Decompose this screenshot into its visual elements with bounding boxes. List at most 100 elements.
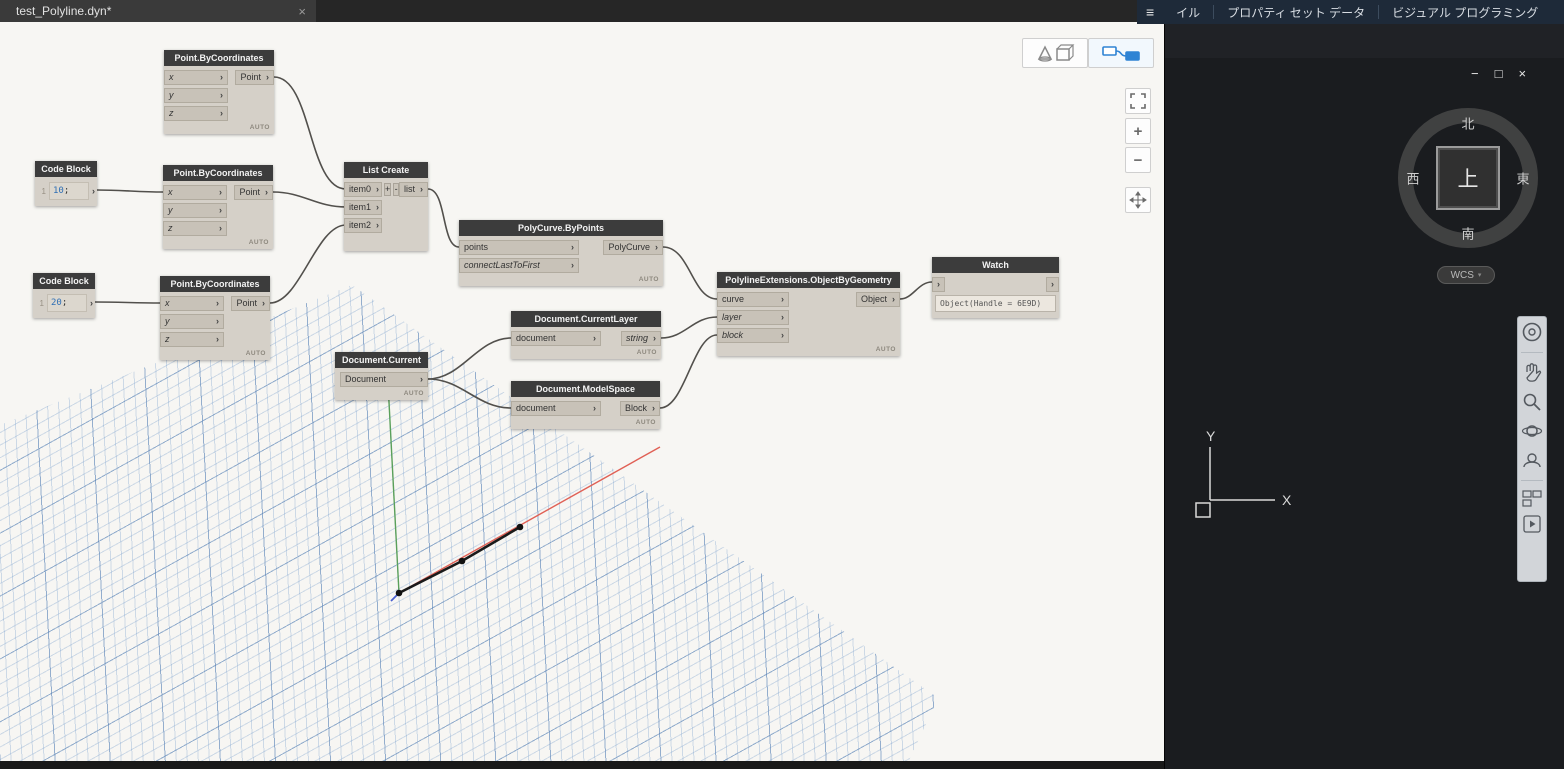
lacing-label[interactable]: AUTO [163,237,273,246]
node-watch[interactable]: Watch › › Object(Handle = 6E9D) [932,257,1059,318]
input-port-z[interactable]: z › [163,220,227,236]
pan-button[interactable] [1125,187,1151,213]
input-port-block[interactable]: block › [717,327,789,343]
lacing-label[interactable]: AUTO [511,417,660,426]
node-point-bycoordinates-3[interactable]: Point.ByCoordinates x › Point › y › z › AUTO [160,276,270,360]
workspace-tab[interactable]: test_Polyline.dyn* × [0,0,316,22]
graph-view-toggle-button[interactable] [1088,38,1154,68]
input-port-y[interactable]: y › [160,313,224,329]
input-port-y[interactable]: y › [164,87,228,103]
output-port[interactable]: › [1046,276,1059,292]
input-port-x[interactable]: x › [163,184,227,200]
zoom-fit-button[interactable] [1125,88,1151,114]
look-around-icon[interactable] [1521,449,1543,471]
tab-close-icon[interactable]: × [298,4,306,19]
node-header[interactable]: Document.CurrentLayer [511,311,661,327]
input-port-z[interactable]: z › [160,331,224,347]
wire[interactable] [899,281,933,300]
input-port-x[interactable]: x › [164,69,228,85]
minimize-icon[interactable]: − [1471,66,1479,81]
node-document-modelspace[interactable]: Document.ModelSpace document › Block › AUT… [511,381,660,429]
viewcube-top-face[interactable]: 上 [1436,146,1500,210]
zoom-in-button[interactable]: + [1125,118,1151,144]
wire[interactable] [660,316,718,339]
play-icon[interactable] [1523,515,1541,533]
input-port-z[interactable]: z › [164,105,228,121]
wire[interactable] [96,189,164,193]
node-code-block-1[interactable]: Code Block 1 10; › [35,161,97,206]
code-editor[interactable]: 20; [47,294,87,312]
node-list-create[interactable]: List Create item0 › + - list › item1 › item… [344,162,428,251]
wire[interactable] [94,301,161,304]
wire[interactable] [269,224,347,304]
lacing-label[interactable]: AUTO [459,274,663,283]
wire[interactable] [427,188,460,248]
node-polycurve-bypoints[interactable]: PolyCurve.ByPoints points › PolyCurve › co… [459,220,663,286]
pan-hand-icon[interactable] [1522,362,1542,384]
node-point-bycoordinates-1[interactable]: Point.ByCoordinates x › Point › y › z › AUTO [164,50,274,134]
wire[interactable] [273,76,347,190]
node-header[interactable]: Watch [932,257,1059,273]
node-point-bycoordinates-2[interactable]: Point.ByCoordinates x › Point › y › z › AUTO [163,165,273,249]
wire[interactable] [659,334,718,409]
node-header[interactable]: Point.ByCoordinates [164,50,274,66]
code-editor[interactable]: 10; [49,182,89,200]
dynamo-canvas[interactable]: Point.ByCoordinates x › Point › y › z › AUTO… [0,22,1164,769]
node-header[interactable]: Point.ByCoordinates [160,276,270,292]
input-port-x[interactable]: x › [160,295,224,311]
ribbon-tab-partial[interactable]: イル [1163,4,1213,21]
autocad-viewport[interactable]: − □ × 北 西 東 南 上 WCS ▾ Y X [1164,0,1564,769]
output-port-block[interactable]: Block › [619,400,660,416]
node-header[interactable]: Point.ByCoordinates [163,165,273,181]
restore-icon[interactable]: □ [1495,66,1503,81]
output-port[interactable]: › [92,186,95,196]
node-document-current[interactable]: Document.Current Document › AUTO [335,352,428,400]
zoom-magnifier-icon[interactable] [1521,391,1543,413]
close-icon[interactable]: × [1518,66,1526,81]
ribbon-tab-visual-programming[interactable]: ビジュアル プログラミング [1379,4,1551,21]
input-port-item1[interactable]: item1 › [344,199,382,215]
input-port-item0[interactable]: item0 › [344,181,382,197]
viewcube-east-label[interactable]: 東 [1516,169,1529,188]
node-code-block-2[interactable]: Code Block 1 20; › [33,273,95,318]
node-header[interactable]: Document.ModelSpace [511,381,660,397]
node-header[interactable]: PolylineExtensions.ObjectByGeometry [717,272,900,288]
node-header[interactable]: Document.Current [335,352,428,368]
add-item-button[interactable]: + [384,182,392,196]
output-port-string[interactable]: string › [620,330,661,346]
input-port[interactable]: › [932,276,945,292]
input-port-document[interactable]: document › [511,330,601,346]
node-polylineextensions-objectbygeometry[interactable]: PolylineExtensions.ObjectByGeometry curv… [717,272,900,356]
wire[interactable] [662,246,718,300]
ribbon-tab-property-set-data[interactable]: プロパティ セット データ [1214,4,1378,21]
output-port-object[interactable]: Object › [855,291,900,307]
orbit-icon[interactable] [1521,420,1543,442]
output-port[interactable]: › [90,298,93,308]
node-header[interactable]: List Create [344,162,428,178]
lacing-label[interactable]: AUTO [160,348,270,357]
node-header[interactable]: Code Block [35,161,97,177]
geometry-view-toggle-button[interactable] [1022,38,1088,68]
node-header[interactable]: Code Block [33,273,95,289]
zoom-out-button[interactable]: − [1125,147,1151,173]
input-port-layer[interactable]: layer › [717,309,789,325]
ribbon-menu-icon[interactable]: ≡ [1137,4,1163,20]
lacing-label[interactable]: AUTO [335,388,428,397]
lacing-label[interactable]: AUTO [164,122,274,131]
output-port-list[interactable]: list › [399,181,428,197]
node-document-currentlayer[interactable]: Document.CurrentLayer document › string › … [511,311,661,359]
lacing-label[interactable]: AUTO [717,344,900,353]
navigation-wheel-icon[interactable] [1521,321,1543,343]
output-port-polycurve[interactable]: PolyCurve › [603,239,663,255]
input-port-document[interactable]: document › [511,400,601,416]
viewcube-north-label[interactable]: 北 [1461,114,1474,133]
viewcube-west-label[interactable]: 西 [1406,169,1419,188]
output-port-document[interactable]: Document › [340,371,428,387]
input-port-connectlasttofirst[interactable]: connectLastToFirst › [459,257,579,273]
output-port-point[interactable]: Point › [235,69,274,85]
input-port-curve[interactable]: curve › [717,291,789,307]
input-port-points[interactable]: points › [459,239,579,255]
output-port-point[interactable]: Point › [234,184,273,200]
lacing-label[interactable]: AUTO [511,347,661,356]
wcs-dropdown[interactable]: WCS ▾ [1437,266,1495,284]
